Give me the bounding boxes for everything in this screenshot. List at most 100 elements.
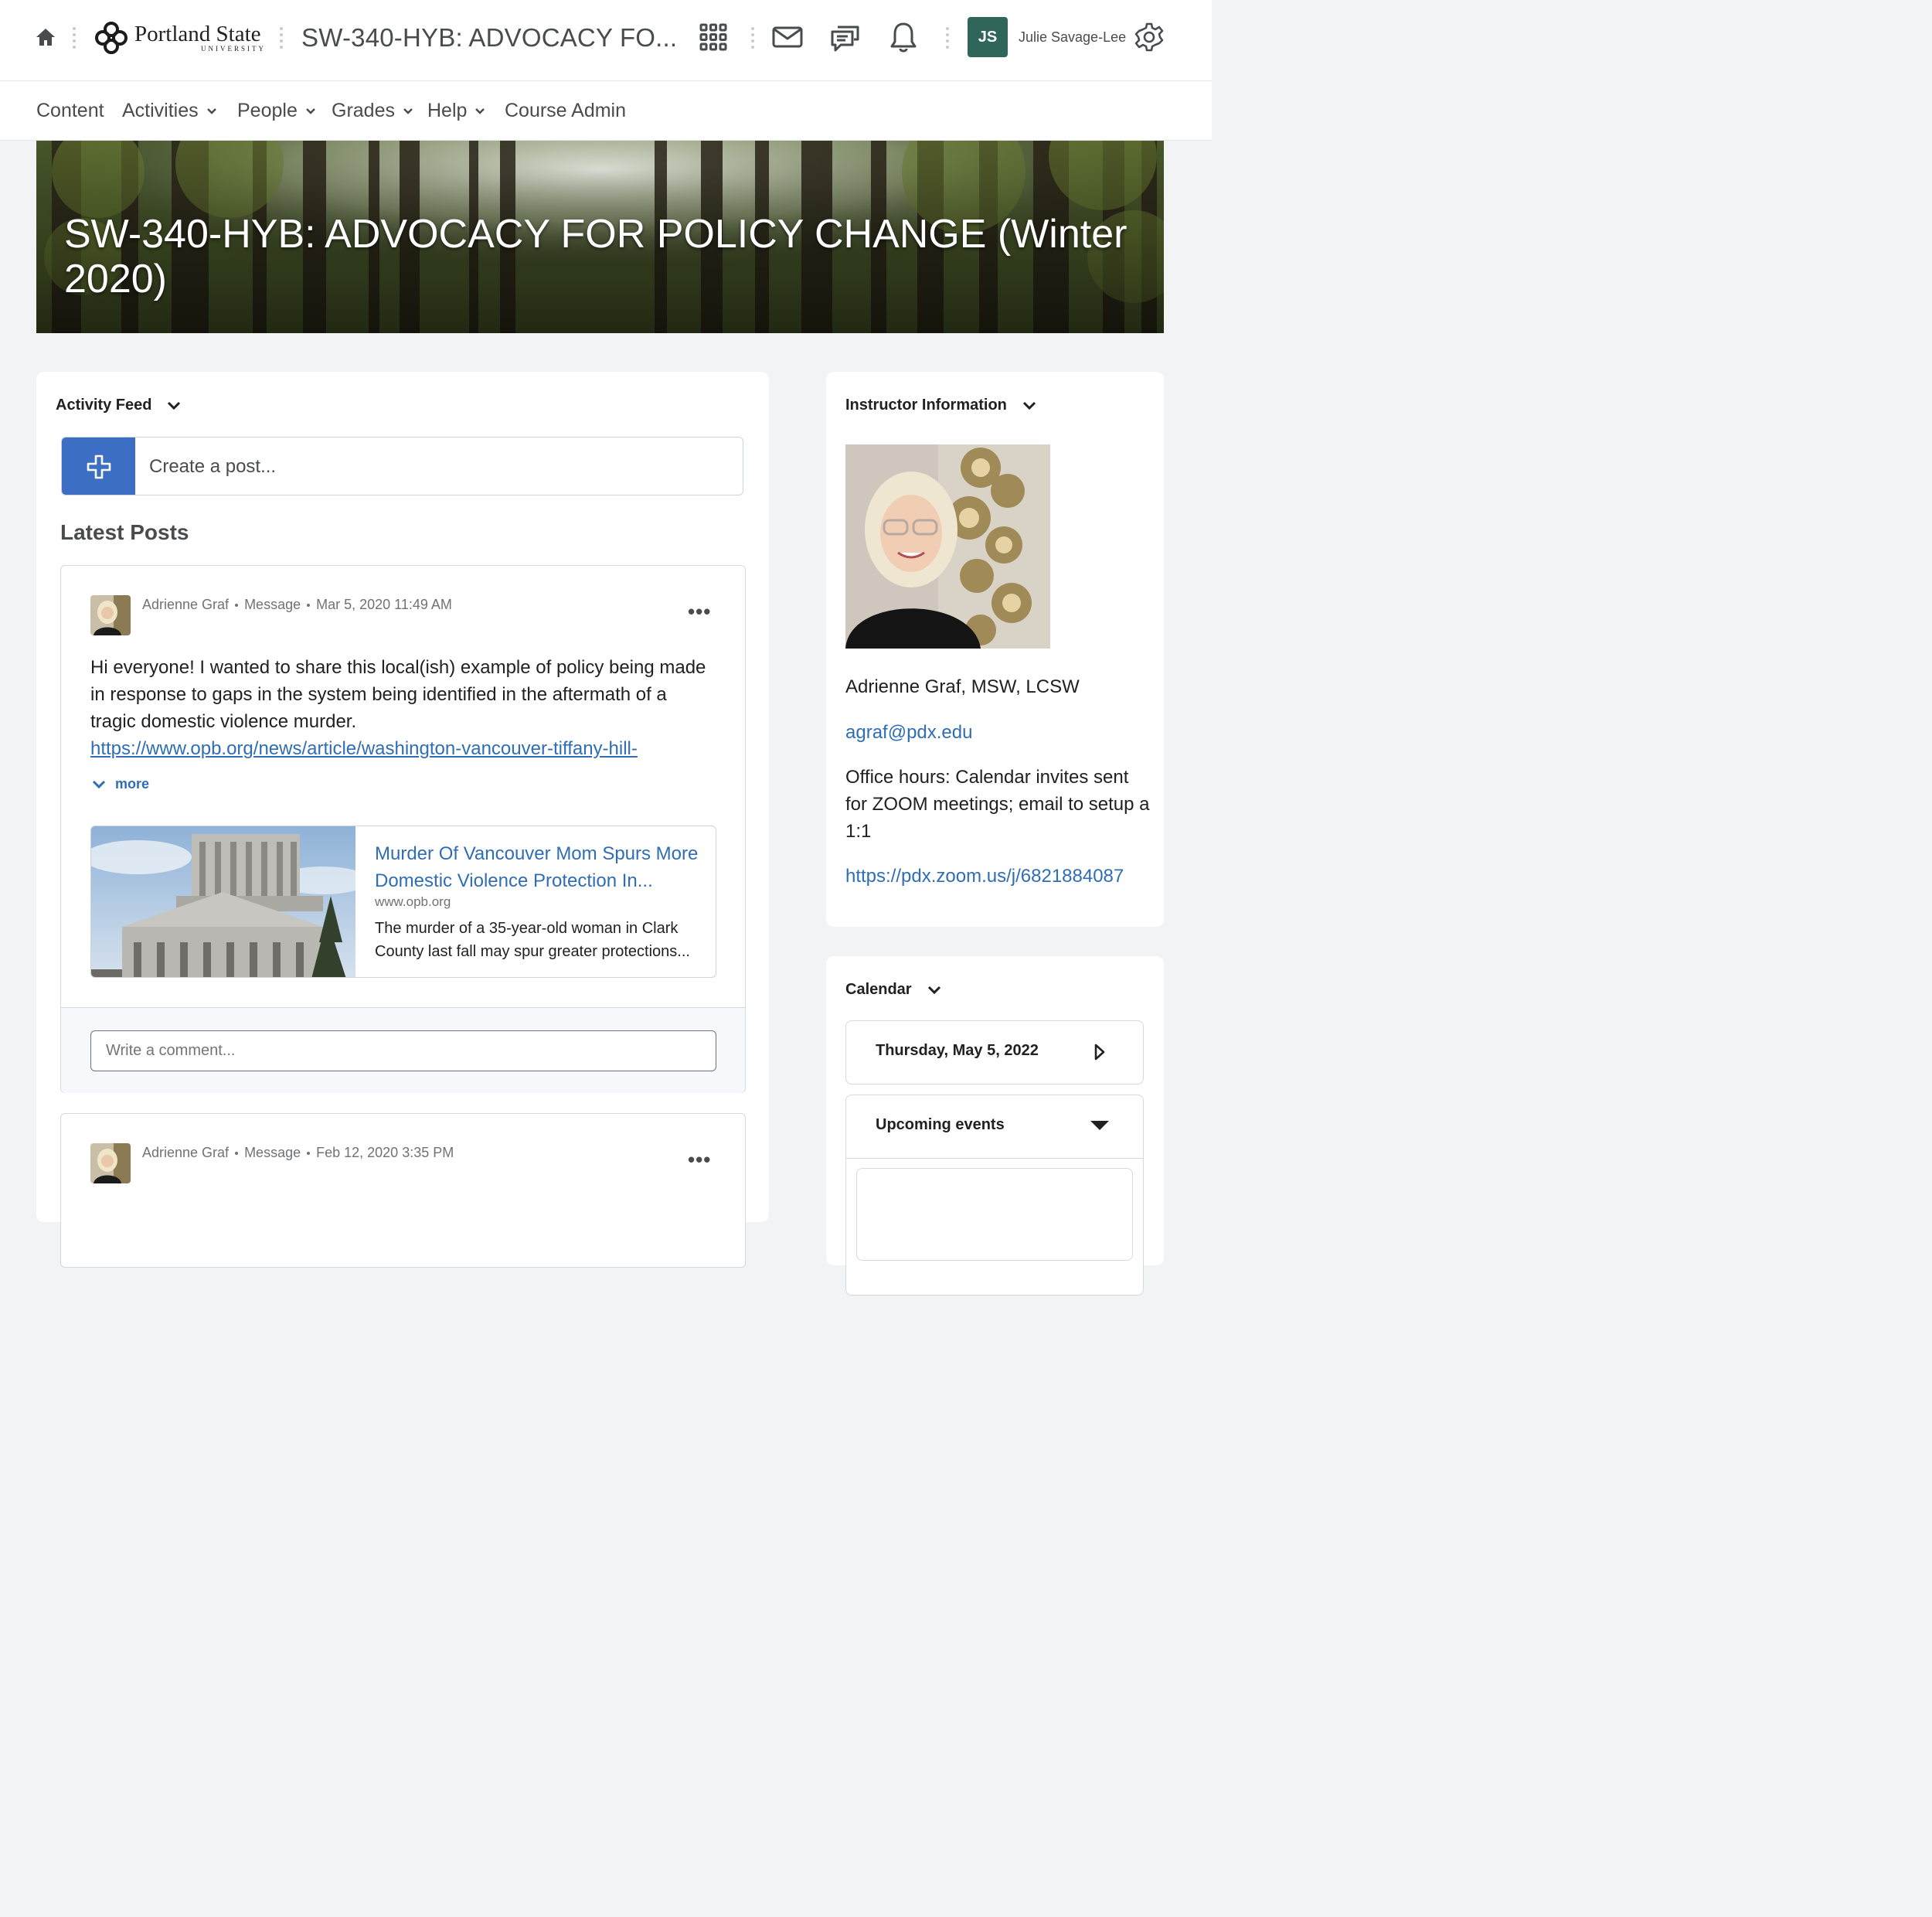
nav-course-admin[interactable]: Course Admin — [505, 100, 626, 122]
separator-dot — [235, 1151, 239, 1155]
waffle-icon[interactable] — [699, 23, 727, 55]
user-avatar: JS — [968, 17, 1008, 57]
separator-dot — [307, 603, 311, 607]
nav-people[interactable]: People — [237, 100, 316, 122]
post-type: Message — [244, 1145, 301, 1160]
home-icon[interactable] — [34, 26, 57, 52]
portland-state-logo[interactable]: Portland State UNIVERSITY — [93, 19, 270, 57]
nav-content[interactable]: Content — [36, 100, 104, 122]
link-preview-card[interactable]: Murder Of Vancouver Mom Spurs More Domes… — [90, 826, 716, 978]
upcoming-events-list — [856, 1168, 1133, 1261]
upcoming-events-label: Upcoming events — [876, 1116, 1005, 1133]
post-body: Hi everyone! I wanted to share this loca… — [90, 654, 709, 735]
instructor-photo — [845, 444, 1050, 649]
bell-icon[interactable] — [889, 21, 917, 57]
calendar-heading[interactable]: Calendar — [845, 981, 941, 999]
course-navbar: Content Activities People Grades Help Co… — [0, 81, 1212, 141]
instructor-name: Adrienne Graf, MSW, LCSW — [845, 676, 1080, 697]
mail-icon[interactable] — [772, 26, 803, 52]
more-toggle[interactable]: more — [92, 776, 149, 792]
post-link-clip: https://www.opb.org/news/article/washing… — [90, 735, 709, 758]
chevron-down-icon — [168, 401, 181, 410]
chevron-down-icon — [206, 108, 216, 114]
nav-help-label: Help — [427, 100, 468, 121]
nav-grades[interactable]: Grades — [332, 100, 413, 122]
separator-dot — [307, 1151, 311, 1155]
nav-activities-label: Activities — [122, 100, 199, 121]
post-card: Adrienne Graf Message Mar 5, 2020 11:49 … — [60, 565, 746, 1093]
post-card: Adrienne Graf Message Feb 12, 2020 3:35 … — [60, 1113, 746, 1268]
separator-dot — [235, 603, 239, 607]
upcoming-events-header[interactable]: Upcoming events — [846, 1095, 1143, 1159]
chevron-down-icon — [305, 108, 315, 114]
plus-icon — [87, 455, 111, 479]
activity-feed-heading[interactable]: Activity Feed — [56, 397, 181, 414]
preview-domain: www.opb.org — [375, 894, 451, 909]
divider — [280, 26, 283, 50]
activity-feed-widget: Activity Feed Create a post... Latest Po… — [36, 372, 769, 1268]
create-post-button[interactable] — [62, 438, 135, 495]
instructor-title: Instructor Information — [845, 397, 1007, 414]
office-hours-text: Office hours: Calendar invites sent for … — [845, 767, 1150, 842]
post-type: Message — [244, 597, 301, 612]
post-meta: Adrienne Graf Message Feb 12, 2020 3:35 … — [142, 1145, 454, 1161]
divider — [73, 26, 76, 50]
create-post-placeholder: Create a post... — [149, 456, 277, 477]
calendar-date-selector[interactable]: Thursday, May 5, 2022 — [845, 1020, 1144, 1084]
logo-main-text: Portland State — [134, 22, 261, 46]
nav-activities[interactable]: Activities — [122, 100, 217, 122]
post-options-icon[interactable]: ••• — [688, 1148, 711, 1172]
triangle-right-icon[interactable] — [1094, 1043, 1106, 1061]
comment-input[interactable] — [90, 1030, 716, 1071]
chat-icon[interactable] — [830, 22, 861, 57]
upcoming-events-panel: Upcoming events — [845, 1095, 1144, 1296]
nav-help[interactable]: Help — [427, 100, 485, 122]
chevron-down-icon — [92, 780, 106, 788]
activity-feed-title: Activity Feed — [56, 397, 152, 414]
capitol-building-thumbnail — [91, 826, 355, 977]
top-navbar: Portland State UNIVERSITY SW-340-HYB: AD… — [0, 0, 1212, 81]
nav-grades-label: Grades — [332, 100, 395, 121]
instructor-widget: Instructor Information Adrienne Graf, MS… — [826, 372, 1164, 927]
course-banner: SW-340-HYB: ADVOCACY FOR POLICY CHANGE (… — [36, 141, 1164, 333]
author-avatar[interactable] — [90, 1143, 131, 1183]
instructor-email-link[interactable]: agraf@pdx.edu — [845, 722, 972, 744]
post-options-icon[interactable]: ••• — [688, 600, 711, 624]
banner-course-title: SW-340-HYB: ADVOCACY FOR POLICY CHANGE (… — [64, 212, 1128, 301]
chevron-down-icon — [475, 108, 485, 114]
zoom-link[interactable]: https://pdx.zoom.us/j/6821884087 — [845, 866, 1124, 887]
caret-down-icon — [1090, 1121, 1109, 1130]
user-name: Julie Savage-Lee — [1019, 29, 1127, 45]
instructor-heading[interactable]: Instructor Information — [845, 397, 1036, 414]
comment-section — [61, 1007, 745, 1093]
post-author[interactable]: Adrienne Graf — [142, 597, 229, 613]
post-date: Mar 5, 2020 11:49 AM — [316, 597, 452, 612]
author-avatar[interactable] — [90, 595, 131, 635]
divider — [946, 26, 949, 50]
nav-content-label: Content — [36, 100, 104, 121]
preview-description: The murder of a 35-year-old woman in Cla… — [375, 920, 690, 960]
nav-people-label: People — [237, 100, 298, 121]
chevron-down-icon — [927, 986, 940, 994]
create-post-box[interactable]: Create a post... — [61, 437, 743, 495]
latest-posts-heading: Latest Posts — [60, 520, 189, 544]
chevron-down-icon — [1022, 401, 1036, 410]
post-date: Feb 12, 2020 3:35 PM — [316, 1145, 454, 1160]
post-body-text: Hi everyone! I wanted to share this loca… — [90, 657, 706, 732]
post-author[interactable]: Adrienne Graf — [142, 1145, 229, 1161]
post-link[interactable]: https://www.opb.org/news/article/washing… — [90, 738, 638, 758]
chevron-down-icon — [403, 108, 413, 114]
more-label: more — [115, 776, 150, 792]
divider — [751, 26, 754, 50]
author-photo — [90, 1143, 131, 1183]
gear-icon[interactable] — [1134, 22, 1165, 56]
post-meta: Adrienne Graf Message Mar 5, 2020 11:49 … — [142, 597, 452, 613]
preview-title[interactable]: Murder Of Vancouver Mom Spurs More Domes… — [375, 840, 707, 894]
user-menu[interactable]: JS Julie Savage-Lee — [968, 17, 1126, 57]
course-title-link[interactable]: SW-340-HYB: ADVOCACY FO... — [301, 23, 677, 53]
psu-knot-icon — [95, 22, 128, 54]
calendar-title: Calendar — [845, 981, 912, 998]
calendar-widget: Calendar Thursday, May 5, 2022 Upcoming … — [826, 956, 1164, 1296]
author-photo — [90, 595, 131, 635]
logo-sub-text: UNIVERSITY — [201, 45, 266, 53]
